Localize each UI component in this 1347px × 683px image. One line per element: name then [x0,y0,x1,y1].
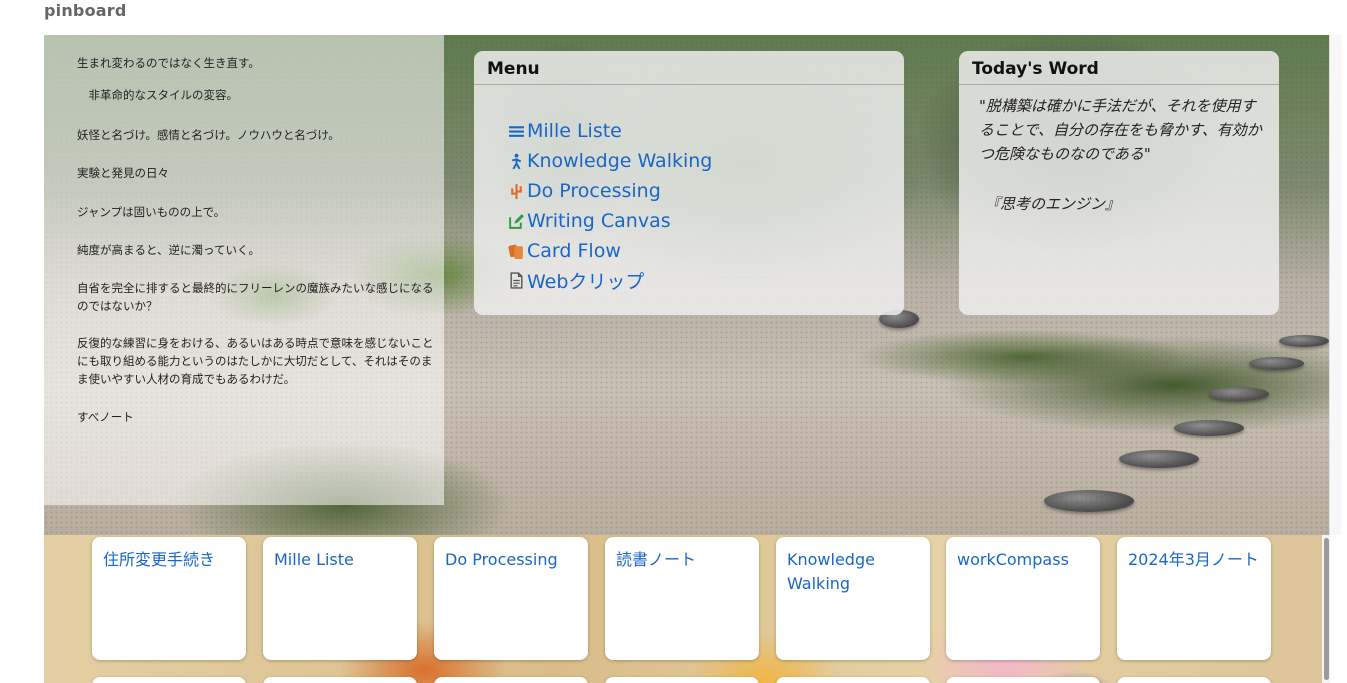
thought-text: 自省を完全に排すると最終的にフリーレンの魔族みたいな感じになるのではないか？ [77,281,434,313]
card-tile[interactable]: Do Processing [434,537,588,660]
card-tile[interactable]: 読書ノート [605,537,759,660]
stepping-stone [1119,450,1199,468]
list-icon [509,125,524,137]
menu-item-writing-canvas[interactable]: Writing Canvas [508,207,671,235]
stepping-stone [1209,387,1269,401]
card-tile[interactable] [1117,677,1271,683]
menu-item-do-processing[interactable]: Do Processing [508,177,661,205]
menu-item-web-clip[interactable]: Webクリップ [508,266,644,294]
scrollbar-thumb[interactable] [1324,538,1329,680]
menu-title: Menu [474,51,904,85]
card-tile[interactable] [776,677,930,683]
card-title[interactable]: Knowledge Walking [776,537,908,607]
card-tile[interactable]: 住所変更手続き [92,537,246,660]
menu-item-card-flow[interactable]: Card Flow [508,237,621,265]
hero-garden-background: 生まれ変わるのではなく生き直す。 非革命的なスタイルの変容。 妖怪と名づけ。感情… [44,35,1329,535]
card-title[interactable]: workCompass [946,537,1100,583]
menu-item-label: Knowledge Walking [527,150,713,172]
card-board: 住所変更手続き Mille Liste Do Processing 読書ノート … [44,535,1322,683]
stepping-stone [1174,420,1244,436]
card-tile[interactable] [946,677,1100,683]
card-tile[interactable]: Knowledge Walking [776,537,930,660]
card-tile[interactable] [92,677,246,683]
menu-item-label: Mille Liste [527,120,622,142]
thought-text: すべノート [77,410,134,424]
card-title[interactable]: Do Processing [434,537,588,583]
thought-text: 非革命的なスタイルの変容。 [77,88,238,102]
menu-item-label: Webクリップ [527,270,645,293]
menu-item-label: Do Processing [527,180,661,202]
document-icon [510,271,523,289]
menu-item-mille-liste[interactable]: Mille Liste [508,117,622,145]
card-tile[interactable]: Mille Liste [263,537,417,660]
card-title[interactable]: 住所変更手続き [92,537,246,583]
thought-text: 生まれ変わるのではなく生き直す。 [77,56,260,70]
card-tile[interactable]: 2024年3月ノート [1117,537,1271,660]
thought-text: 実験と発見の日々 [77,166,169,180]
stepping-stone [1279,335,1329,347]
menu-panel: Menu Mille Liste Knowledge Walking Do Pr… [474,51,904,315]
site-title[interactable]: pinboard [44,0,127,22]
todays-word-panel: Today's Word "脱構築は確かに手法だが、それを使用することで、自分の… [959,51,1279,315]
card-title[interactable]: Mille Liste [263,537,417,583]
card-tile[interactable]: workCompass [946,537,1100,660]
card-tile[interactable] [263,677,417,683]
edit-icon [509,213,524,229]
thought-text: 妖怪と名づけ。感情と名づけ。ノウハウと名づけ。 [77,128,340,142]
card-title[interactable]: 2024年3月ノート [1117,537,1271,583]
walking-person-icon [512,153,522,169]
cards-icon [508,244,523,259]
cactus-icon [511,183,522,199]
thoughts-panel: 生まれ変わるのではなく生き直す。 非革命的なスタイルの変容。 妖怪と名づけ。感情… [44,35,444,505]
stepping-stone [1044,490,1134,512]
card-title[interactable]: 読書ノート [605,537,759,583]
quote-source: 『思考のエンジン』 [985,195,1121,213]
quote-text: "脱構築は確かに手法だが、それを使用することで、自分の存在をも脅かす、有効かつ危… [979,97,1262,163]
scroll-edge [1329,35,1341,535]
todays-word-title: Today's Word [959,51,1279,85]
thought-text: 純度が高まると、逆に濁っていく。 [77,243,260,257]
menu-item-knowledge-walking[interactable]: Knowledge Walking [508,147,712,175]
card-tile[interactable] [434,677,588,683]
thought-text: 反復的な練習に身をおける、あるいはある時点で意味を感じないことにも取り組める能力… [77,336,434,386]
stepping-stone [1249,357,1304,370]
thought-text: ジャンプは固いものの上で。 [77,205,226,219]
menu-item-label: Card Flow [527,240,621,262]
menu-item-label: Writing Canvas [527,210,671,232]
card-tile[interactable] [605,677,759,683]
